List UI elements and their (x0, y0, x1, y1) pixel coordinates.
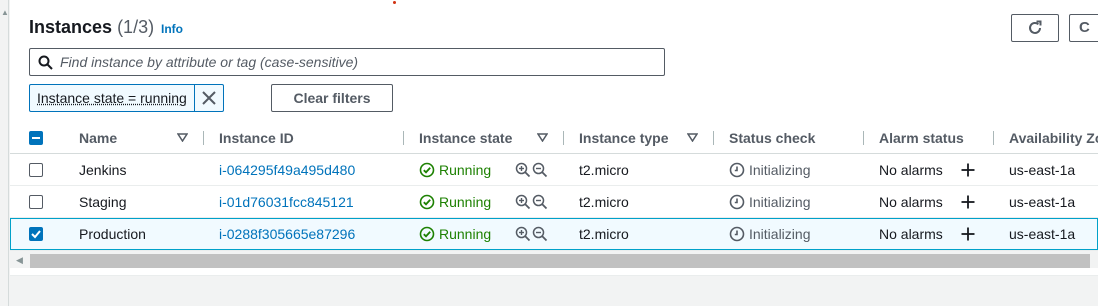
instance-state-label: Running (439, 226, 492, 242)
add-alarm-icon[interactable] (960, 194, 976, 210)
status-check-label: Initializing (749, 194, 811, 210)
availability-zone: us-east-1a (1009, 162, 1076, 178)
zoom-out-icon[interactable] (532, 226, 548, 242)
clock-icon (729, 162, 745, 178)
clear-filters-button[interactable]: Clear filters (271, 84, 393, 112)
column-divider[interactable] (203, 131, 204, 145)
check-circle-icon (419, 162, 435, 178)
column-instance-type[interactable]: Instance type (579, 122, 668, 154)
table-row-selected[interactable]: Production i-0288f305665e87296 Running t… (10, 218, 1098, 250)
close-icon (202, 91, 216, 105)
instance-name: Staging (79, 194, 127, 210)
filter-token-label[interactable]: Instance state = running (30, 85, 195, 111)
availability-zone: us-east-1a (1009, 226, 1076, 242)
column-instance-id[interactable]: Instance ID (219, 122, 294, 154)
red-dot-marker (393, 1, 396, 4)
zoom-controls (515, 162, 548, 178)
instance-type: t2.micro (579, 162, 629, 178)
page-title: Instances (1/3) (29, 17, 154, 38)
column-divider[interactable] (863, 131, 864, 145)
table-row[interactable]: Jenkins i-064295f49a495d480 Running t2.m… (10, 154, 1098, 186)
connect-button[interactable]: C (1069, 14, 1098, 42)
scroll-left-icon[interactable]: ◀ (16, 255, 23, 266)
instances-panel: Instances (1/3) Info C Instance state = … (10, 0, 1098, 276)
instance-type: t2.micro (579, 226, 629, 242)
search-icon (30, 55, 60, 70)
column-name[interactable]: Name (79, 122, 117, 154)
info-link[interactable]: Info (161, 22, 183, 36)
zoom-in-icon[interactable] (515, 162, 531, 178)
scrollbar-thumb[interactable] (30, 254, 1090, 268)
instance-name: Jenkins (79, 162, 127, 178)
instance-state: Running (419, 186, 491, 218)
check-circle-icon (419, 194, 435, 210)
refresh-icon (1029, 20, 1042, 34)
column-instance-state[interactable]: Instance state (419, 122, 512, 154)
row-checkbox[interactable] (29, 195, 43, 209)
instances-table: Name Instance ID Instance state Instance… (10, 122, 1098, 250)
alarm-status: No alarms (879, 194, 943, 210)
column-divider[interactable] (713, 131, 714, 145)
row-checkbox-checked[interactable] (29, 227, 43, 241)
selection-count: (1/3) (117, 17, 155, 37)
column-divider[interactable] (403, 131, 404, 145)
add-alarm-icon[interactable] (960, 162, 976, 178)
page-title-text: Instances (29, 17, 113, 37)
status-check: Initializing (729, 218, 810, 250)
table-row[interactable]: Staging i-01d76031fcc845121 Running t2.m… (10, 186, 1098, 218)
column-divider[interactable] (563, 131, 564, 145)
scroll-up-icon[interactable]: ▲ (1, 8, 9, 17)
instance-id-link[interactable]: i-01d76031fcc845121 (219, 186, 354, 218)
status-check: Initializing (729, 186, 810, 218)
availability-zone: us-east-1a (1009, 194, 1076, 210)
add-alarm-icon[interactable] (960, 226, 976, 242)
instance-state: Running (419, 154, 491, 186)
instance-type: t2.micro (579, 194, 629, 210)
horizontal-scrollbar[interactable]: ◀ (10, 250, 1098, 268)
status-check-label: Initializing (749, 226, 811, 242)
instance-name: Production (79, 226, 146, 242)
instance-state-label: Running (439, 162, 492, 178)
status-check: Initializing (729, 154, 810, 186)
search-input[interactable] (60, 54, 650, 70)
alarm-status: No alarms (879, 162, 943, 178)
check-circle-icon (419, 226, 435, 242)
remove-filter-button[interactable] (195, 85, 223, 111)
instance-id-link[interactable]: i-064295f49a495d480 (219, 154, 355, 186)
alarm-status: No alarms (879, 226, 943, 242)
sort-down-icon[interactable] (687, 133, 698, 142)
column-availability-zone[interactable]: Availability Zo (1009, 122, 1098, 154)
sort-down-icon[interactable] (177, 133, 188, 142)
table-header: Name Instance ID Instance state Instance… (10, 122, 1098, 154)
select-all-checkbox[interactable] (29, 131, 43, 145)
zoom-in-icon[interactable] (515, 226, 531, 242)
column-status-check[interactable]: Status check (729, 122, 815, 154)
instance-state: Running (419, 218, 491, 250)
zoom-out-icon[interactable] (532, 162, 548, 178)
left-panel-edge: ▲ (0, 0, 9, 306)
sort-down-icon[interactable] (537, 133, 548, 142)
zoom-out-icon[interactable] (532, 194, 548, 210)
instance-id-link[interactable]: i-0288f305665e87296 (219, 218, 355, 250)
instance-state-label: Running (439, 194, 492, 210)
clock-icon (729, 226, 745, 242)
zoom-in-icon[interactable] (515, 194, 531, 210)
clock-icon (729, 194, 745, 210)
search-bar[interactable] (29, 48, 665, 76)
filter-token: Instance state = running (29, 84, 224, 112)
zoom-controls (515, 194, 548, 210)
zoom-controls (515, 226, 548, 242)
column-alarm-status[interactable]: Alarm status (879, 122, 964, 154)
status-check-label: Initializing (749, 162, 811, 178)
column-divider[interactable] (993, 131, 994, 145)
row-checkbox[interactable] (29, 163, 43, 177)
refresh-button[interactable] (1011, 14, 1059, 42)
